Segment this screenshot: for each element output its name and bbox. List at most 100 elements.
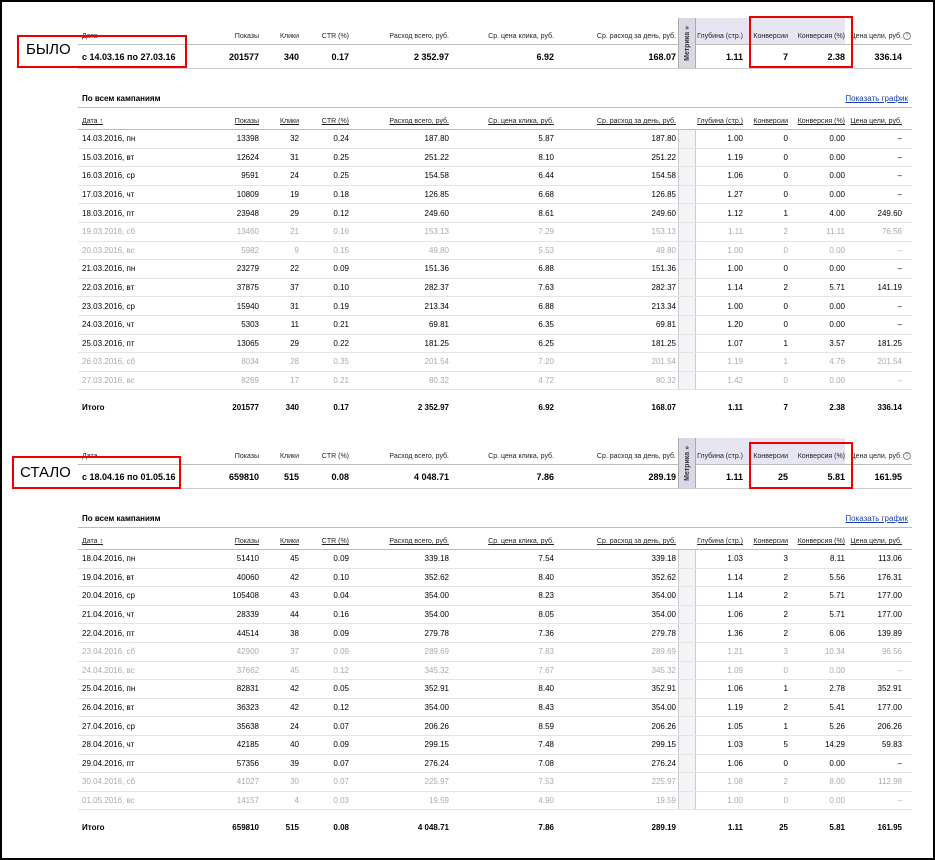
- sort-daily[interactable]: Ср. расход за день, руб.: [554, 528, 678, 549]
- cell-daily: 354.00: [651, 610, 676, 620]
- cell-clicks: 17: [290, 376, 299, 386]
- help-spacer: [902, 396, 912, 418]
- cell-conversions: 3: [783, 647, 788, 657]
- sort-cpc[interactable]: Ср. цена клика, руб.: [449, 108, 554, 129]
- sort-goal-price[interactable]: Цена цели, руб.: [845, 528, 902, 549]
- cell-cpc: 8.40: [538, 684, 554, 694]
- cell-cpc: 6.88: [538, 264, 554, 274]
- sort-shows[interactable]: Показы: [213, 108, 259, 129]
- metrika-gap: [678, 528, 696, 549]
- sort-conv-rate[interactable]: Конверсия (%): [788, 108, 845, 129]
- cell-cpc: 5.53: [538, 245, 554, 255]
- sort-clicks[interactable]: Клики: [259, 108, 299, 129]
- cell-cpc: 8.05: [538, 610, 554, 620]
- cell-clicks: 42: [290, 684, 299, 694]
- sort-clicks[interactable]: Клики: [259, 528, 299, 549]
- cell-goal-price: 59.83: [881, 740, 902, 750]
- cell-conversions: 0: [783, 190, 788, 200]
- help-button[interactable]: ?: [902, 438, 912, 464]
- cell-cpc: 4.72: [538, 376, 554, 386]
- cell-ctr: 0.07: [333, 758, 349, 768]
- cell-daily: 153.13: [651, 227, 676, 237]
- sort-cpc[interactable]: Ср. цена клика, руб.: [449, 528, 554, 549]
- cell-shows: 13460: [236, 227, 259, 237]
- cell-cpc: 7.53: [538, 777, 554, 787]
- help-spacer: [902, 372, 912, 390]
- total-shows: 201577: [232, 402, 259, 412]
- cell-conv-rate: 2.78: [829, 684, 845, 694]
- cell-conversions: 2: [783, 227, 788, 237]
- total-depth: 1.11: [727, 822, 743, 832]
- cell-ctr: 0.07: [333, 721, 349, 731]
- cell-conv-rate: 5.26: [829, 721, 845, 731]
- cell-spend: 352.62: [424, 572, 449, 582]
- cell-goal-price: 139.89: [877, 628, 902, 638]
- cell-depth: 1.06: [727, 684, 743, 694]
- cell-date: 21.03.2016, пн: [82, 264, 136, 274]
- detail-title: По всем кампаниям: [82, 94, 161, 103]
- cell-spend: 49.80: [428, 245, 449, 255]
- sort-date[interactable]: Дата ↑: [78, 108, 213, 129]
- metrika-gap: [678, 260, 696, 278]
- total-goal-price: 161.95: [877, 822, 902, 832]
- metrika-gap: [678, 642, 696, 661]
- cell-shows: 5982: [241, 245, 259, 255]
- table-row: 20.04.2016, ср 105408 43 0.04 354.00 8.23 354.…: [78, 587, 912, 606]
- cell-clicks: 32: [290, 134, 299, 144]
- cell-cpc: 6.35: [538, 320, 554, 330]
- table-row: 27.03.2016, вс 8269 17 0.21 80.32 4.72 80.32 1.…: [78, 371, 912, 391]
- cell-clicks: 29: [290, 208, 299, 218]
- cell-date: 18.04.2016, пн: [82, 554, 136, 564]
- cell-daily: 289.69: [651, 647, 676, 657]
- cell-ctr: 0.12: [333, 208, 349, 218]
- total-conversions: 25: [779, 822, 788, 832]
- cell-conv-rate: 8.11: [830, 554, 845, 564]
- metrika-gap: [678, 315, 696, 334]
- help-button[interactable]: ?: [902, 18, 912, 44]
- cell-conversions: 2: [783, 591, 788, 601]
- sort-date[interactable]: Дата ↑: [78, 528, 213, 549]
- cell-goal-price: –: [897, 264, 902, 274]
- cell-spend: 354.00: [424, 703, 449, 713]
- cell-shows: 40060: [236, 572, 259, 582]
- cell-depth: 1.08: [727, 777, 743, 787]
- sort-conv-rate[interactable]: Конверсия (%): [788, 528, 845, 549]
- cell-shows: 8034: [241, 357, 259, 367]
- cell-cpc: 8.59: [538, 721, 554, 731]
- cell-conversions: 0: [783, 758, 788, 768]
- cell-goal-price: –: [897, 796, 902, 806]
- cell-date: 30.04.2016, сб: [82, 777, 136, 787]
- sort-spend[interactable]: Расход всего, руб.: [349, 108, 449, 129]
- detail-header-row: Дата ↑ Показы Клики CTR (%) Расход всего…: [78, 528, 912, 550]
- table-row: 14.03.2016, пн 13398 32 0.24 187.80 5.87 187.8…: [78, 130, 912, 149]
- table-row: 22.03.2016, вт 37875 37 0.10 282.37 7.63 282.3…: [78, 278, 912, 298]
- show-graph-link[interactable]: Показать график: [845, 94, 912, 103]
- detail-header-row: Дата ↑ Показы Клики CTR (%) Расход всего…: [78, 108, 912, 130]
- sort-daily[interactable]: Ср. расход за день, руб.: [554, 108, 678, 129]
- show-graph-link[interactable]: Показать график: [845, 514, 912, 523]
- cell-conversions: 5: [783, 740, 788, 750]
- sort-depth[interactable]: Глубина (стр.): [696, 528, 745, 549]
- total-label: Итого: [82, 822, 105, 832]
- cell-clicks: 44: [290, 610, 299, 620]
- sort-conversions[interactable]: Конверсии: [745, 108, 788, 129]
- table-row: 24.04.2016, вс 37662 45 0.12 345.32 7.67 345.3…: [78, 661, 912, 681]
- sort-ctr[interactable]: CTR (%): [299, 108, 349, 129]
- cell-shows: 10809: [236, 190, 259, 200]
- help-spacer: [902, 755, 912, 773]
- sort-conversions[interactable]: Конверсии: [745, 528, 788, 549]
- sort-ctr[interactable]: CTR (%): [299, 528, 349, 549]
- cell-shows: 37662: [236, 665, 259, 675]
- metrika-gap: [678, 241, 696, 260]
- cell-conversions: 2: [783, 283, 788, 293]
- sort-shows[interactable]: Показы: [213, 528, 259, 549]
- cell-goal-price: 177.00: [877, 610, 902, 620]
- help-spacer: [902, 223, 912, 241]
- cell-spend: 187.80: [424, 134, 449, 144]
- cell-date: 17.03.2016, чт: [82, 190, 135, 200]
- cell-conv-rate: 11.11: [826, 227, 845, 237]
- cell-clicks: 29: [290, 338, 299, 348]
- sort-depth[interactable]: Глубина (стр.): [696, 108, 745, 129]
- sort-goal-price[interactable]: Цена цели, руб.: [845, 108, 902, 129]
- sort-spend[interactable]: Расход всего, руб.: [349, 528, 449, 549]
